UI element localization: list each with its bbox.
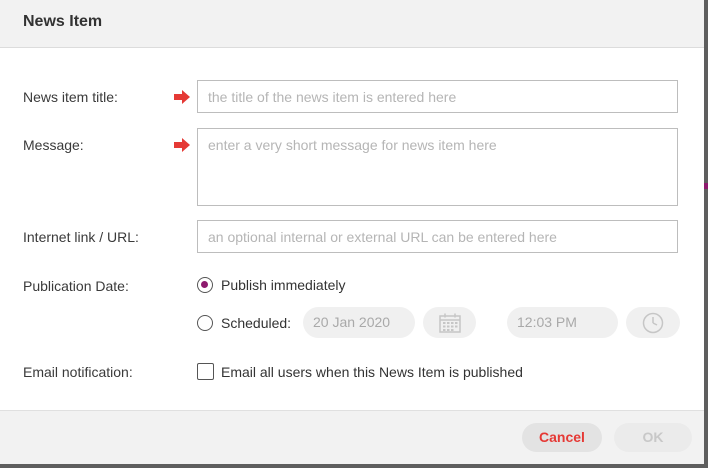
title-label: News item title:: [23, 89, 118, 105]
time-picker-button[interactable]: [626, 307, 680, 338]
required-arrow-icon: [174, 138, 190, 152]
scheduled-label[interactable]: Scheduled:: [221, 315, 291, 331]
scheduled-date-value: 20 Jan 2020: [313, 314, 391, 330]
dialog-header: News Item: [0, 0, 704, 48]
title-input[interactable]: [197, 80, 678, 113]
date-picker-button[interactable]: [423, 307, 476, 338]
dialog-footer: Cancel OK: [0, 410, 704, 464]
scheduled-time-value: 12:03 PM: [517, 314, 577, 330]
scheduled-time-field[interactable]: 12:03 PM: [507, 307, 618, 338]
scheduled-date-field[interactable]: 20 Jan 2020: [303, 307, 415, 338]
message-textarea[interactable]: [197, 128, 678, 206]
ok-button[interactable]: OK: [614, 423, 692, 452]
url-label: Internet link / URL:: [23, 229, 139, 245]
email-users-checkbox[interactable]: [197, 363, 214, 380]
calendar-icon: [438, 313, 461, 333]
email-users-checkbox-label[interactable]: Email all users when this News Item is p…: [221, 364, 523, 380]
publish-immediately-label[interactable]: Publish immediately: [221, 277, 346, 293]
news-item-dialog: News Item News item title: Message: Inte…: [0, 0, 704, 464]
publication-date-label: Publication Date:: [23, 278, 129, 294]
message-label: Message:: [23, 137, 84, 153]
clock-icon: [642, 312, 664, 333]
email-notification-label: Email notification:: [23, 364, 133, 380]
background-accent: [704, 183, 708, 189]
cancel-button[interactable]: Cancel: [522, 423, 602, 452]
scheduled-radio[interactable]: [197, 315, 213, 331]
url-input[interactable]: [197, 220, 678, 253]
radio-selected-dot: [201, 281, 208, 288]
required-arrow-icon: [174, 90, 190, 104]
dialog-title: News Item: [23, 13, 103, 30]
publish-immediately-radio[interactable]: [197, 277, 213, 293]
